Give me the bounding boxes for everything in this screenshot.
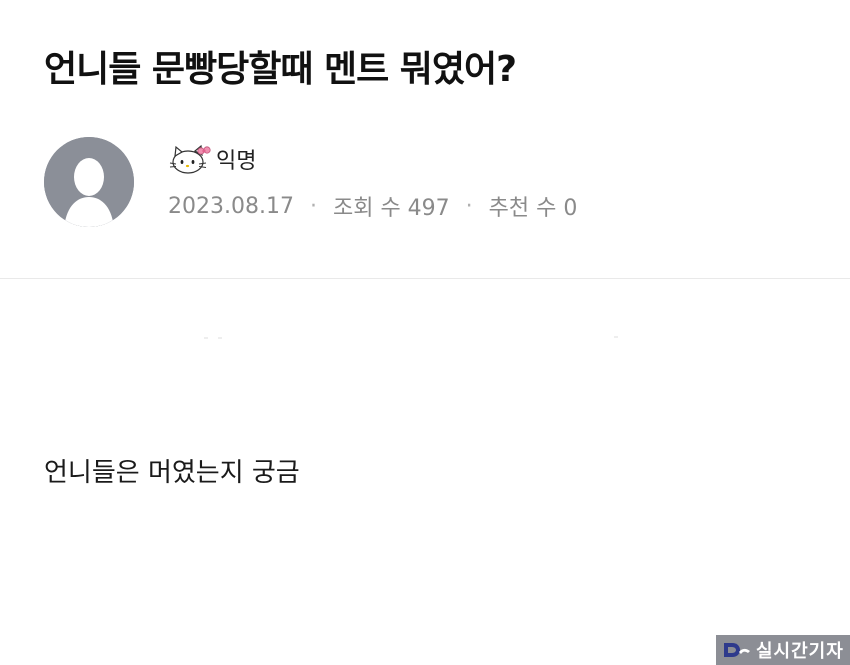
watermark-text: 실시간기자 (756, 641, 844, 662)
user-silhouette-icon (44, 137, 134, 227)
artifact-dot (204, 337, 208, 339)
view-count: 조회 수 497 (332, 196, 450, 221)
recommend-count: 추천 수 0 (488, 196, 578, 221)
post-date: 2023.08.17 (168, 193, 294, 219)
post-title: 언니들 문빵당할때 멘트 뭐였어? (44, 49, 517, 90)
artifact-dot (218, 337, 222, 339)
post-meta: 2023.08.17 · 조회 수 497 · 추천 수 0 (168, 190, 577, 222)
avatar[interactable] (44, 137, 134, 227)
divider (0, 278, 850, 279)
watermark-logo-icon (724, 643, 750, 657)
meta-separator: · (465, 193, 473, 219)
meta-separator: · (309, 193, 317, 219)
hello-kitty-icon (169, 144, 211, 174)
watermark: 실시간기자 (716, 635, 850, 665)
post-body: 언니들은 머였는지 궁금 (44, 458, 300, 488)
author-name[interactable]: 익명 (216, 143, 256, 175)
author-row: 익명 (168, 139, 256, 179)
artifact-dot (614, 336, 618, 338)
